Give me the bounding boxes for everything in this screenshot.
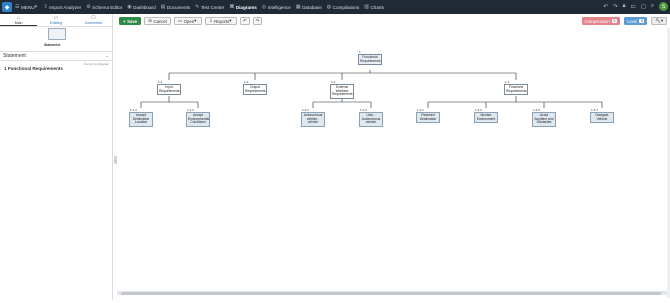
diagram-node-1-1-1[interactable]: 1.1.1 Accept Destination Location xyxy=(129,108,153,128)
test-icon: ✎ xyxy=(195,4,200,10)
tab-main[interactable]: ⌂ Main xyxy=(0,14,38,26)
horizontal-scrollbar[interactable] xyxy=(117,291,667,295)
tab-existing[interactable]: ▱ Existing xyxy=(37,14,74,26)
lock-icon[interactable]: 🔒︎ xyxy=(623,3,626,10)
diagram-toolbar: + Save ⊘ Cancel ▭ Open ▾ ⇩ Reports ▾ ↶ ↷ Compr… xyxy=(117,14,670,28)
diagram-workspace: + Save ⊘ Cancel ▭ Open ▾ ⇩ Reports ▾ ↶ ↷ Compr… xyxy=(117,14,670,300)
top-nav-bar: ◆ ☰ MENU ▾ ⇪ Import Analyzer ⚙ Schema Editor… xyxy=(0,0,670,14)
database-icon: ▦ xyxy=(295,4,301,10)
save-button[interactable]: + Save xyxy=(119,17,142,25)
caret-down-icon: ▾ xyxy=(660,18,663,23)
diagram-node-1-2[interactable]: 1.2 Output Requirements xyxy=(243,80,267,96)
compression-count: 0 xyxy=(611,19,617,23)
documents-icon: ▤ xyxy=(160,4,166,10)
tab-comments[interactable]: ☐ Comments xyxy=(75,14,112,26)
schema-icon: ⚙ xyxy=(86,4,91,10)
app-logo[interactable]: ◆ xyxy=(2,2,12,12)
nav-import-analyzer[interactable]: ⇪ Import Analyzer xyxy=(44,4,82,10)
diagram-node-1-4[interactable]: 1.4 Functions Requirements xyxy=(504,80,528,96)
open-button[interactable]: ▭ Open ▾ xyxy=(173,17,202,25)
notes-icon[interactable]: ▢ xyxy=(641,4,646,10)
redo-button[interactable]: ↷ xyxy=(252,17,263,25)
undo-icon[interactable]: ↶ xyxy=(603,4,608,10)
thumbnail-label: Statement xyxy=(44,43,61,47)
cancel-button[interactable]: ⊘ Cancel xyxy=(144,17,171,25)
nav-test-center[interactable]: ✎ Test Center xyxy=(195,4,224,10)
folder-icon[interactable]: ▭ xyxy=(631,4,636,10)
sorted-label: Sorted by Diagram xyxy=(83,62,109,66)
user-avatar[interactable]: S xyxy=(659,2,668,11)
diagram-node-1-3-2[interactable]: 1.3.2 User - Autonomous vehicle xyxy=(359,108,383,128)
toolbar-right: Compression 0 Level 5 🔧︎ ▾ xyxy=(578,17,667,25)
menu-icon: ☰ xyxy=(15,4,20,10)
search-icon[interactable]: ⌕ xyxy=(651,3,654,10)
nav-documents[interactable]: ▤ Documents xyxy=(161,4,190,10)
diagram-node-1-1-2[interactable]: 1.1.2 Accept Environmental Conditions xyxy=(186,108,210,128)
caret-down-icon: ▾ xyxy=(34,4,38,10)
diagram-node-1-1[interactable]: 1.1 Input Requirements xyxy=(157,80,181,96)
nav-database[interactable]: ▦ Database xyxy=(296,4,322,10)
nav-diagrams[interactable]: ⌘ Diagrams xyxy=(229,4,256,10)
import-icon: ⇪ xyxy=(43,4,48,10)
statement-section-header[interactable]: Statement ⌄ xyxy=(0,51,112,61)
statement-thumbnail[interactable] xyxy=(48,28,66,40)
chevron-down-icon: ⌄ xyxy=(105,53,109,58)
nav-compilations[interactable]: ◍ Compilations xyxy=(327,4,359,10)
intelligence-icon: ◎ xyxy=(261,4,267,10)
nav-intelligence[interactable]: ◎ Intelligence xyxy=(262,4,291,10)
nav-charts[interactable]: ▥ Charts xyxy=(364,4,384,10)
charts-icon: ▥ xyxy=(364,4,369,10)
redo-icon[interactable]: ↷ xyxy=(613,4,618,10)
level-button[interactable]: Level 5 xyxy=(623,17,648,25)
caret-down-icon: ▾ xyxy=(194,18,197,23)
open-icon: ▭ xyxy=(177,18,183,23)
nav-menu[interactable]: ☰ MENU ▾ xyxy=(15,4,39,10)
level-count: 5 xyxy=(639,19,645,23)
caret-down-icon: ▾ xyxy=(229,18,232,23)
dashboard-icon: ◉ xyxy=(127,4,132,10)
diagram-node-1-4-3[interactable]: 1.4.3 Avoid Accident and Obstacles xyxy=(532,108,556,128)
diagram-connectors xyxy=(140,70,603,108)
compression-button[interactable]: Compression 0 xyxy=(581,17,620,25)
compilations-icon: ◍ xyxy=(326,4,332,10)
diagram-node-1-4-4[interactable]: 1.4.4 Navigate Vehicle xyxy=(590,108,614,124)
sidebar: ⌂ Main ▱ Existing ☐ Comments Statement Stat… xyxy=(0,14,113,300)
diagram-canvas[interactable]: 1 Functional Requirements 1.1 Input Requir… xyxy=(117,28,667,298)
undo-button[interactable]: ↶ xyxy=(240,17,250,25)
sidebar-tabs: ⌂ Main ▱ Existing ☐ Comments xyxy=(0,14,112,27)
tools-button[interactable]: 🔧︎ ▾ xyxy=(651,17,667,25)
list-item[interactable]: 1 Functional Requirements xyxy=(4,66,63,71)
nav-dashboard[interactable]: ◉ Dashboard xyxy=(127,4,155,10)
diagram-node-1-4-2[interactable]: 1.4.2 Monitor Environment xyxy=(474,108,498,124)
reports-button[interactable]: ⇩ Reports ▾ xyxy=(204,17,237,25)
cancel-icon: ⊘ xyxy=(148,18,152,23)
diagram-node-1-3[interactable]: 1.3 External Interface Requirements xyxy=(330,80,354,100)
reports-icon: ⇩ xyxy=(208,18,213,23)
horizontal-scroll-thumb[interactable] xyxy=(121,291,661,295)
undo-icon: ↶ xyxy=(243,18,247,23)
diagram-node-1-3-1[interactable]: 1.3.1 Autonomous vehicle - vehicle xyxy=(301,108,325,128)
diagram-node-1-4-1[interactable]: 1.4.1 Reached Destination xyxy=(416,108,440,124)
nav-schema-editor[interactable]: ⚙ Schema Editor xyxy=(86,4,122,10)
diagrams-icon: ⌘ xyxy=(229,4,235,10)
plus-icon: + xyxy=(123,18,126,24)
top-right-actions: ↶ ↷ 🔒︎ ▭ ▢ ⌕ S xyxy=(598,2,668,11)
diagram-node-root[interactable]: 1 Functional Requirements xyxy=(358,50,382,66)
redo-icon: ↷ xyxy=(255,18,260,23)
